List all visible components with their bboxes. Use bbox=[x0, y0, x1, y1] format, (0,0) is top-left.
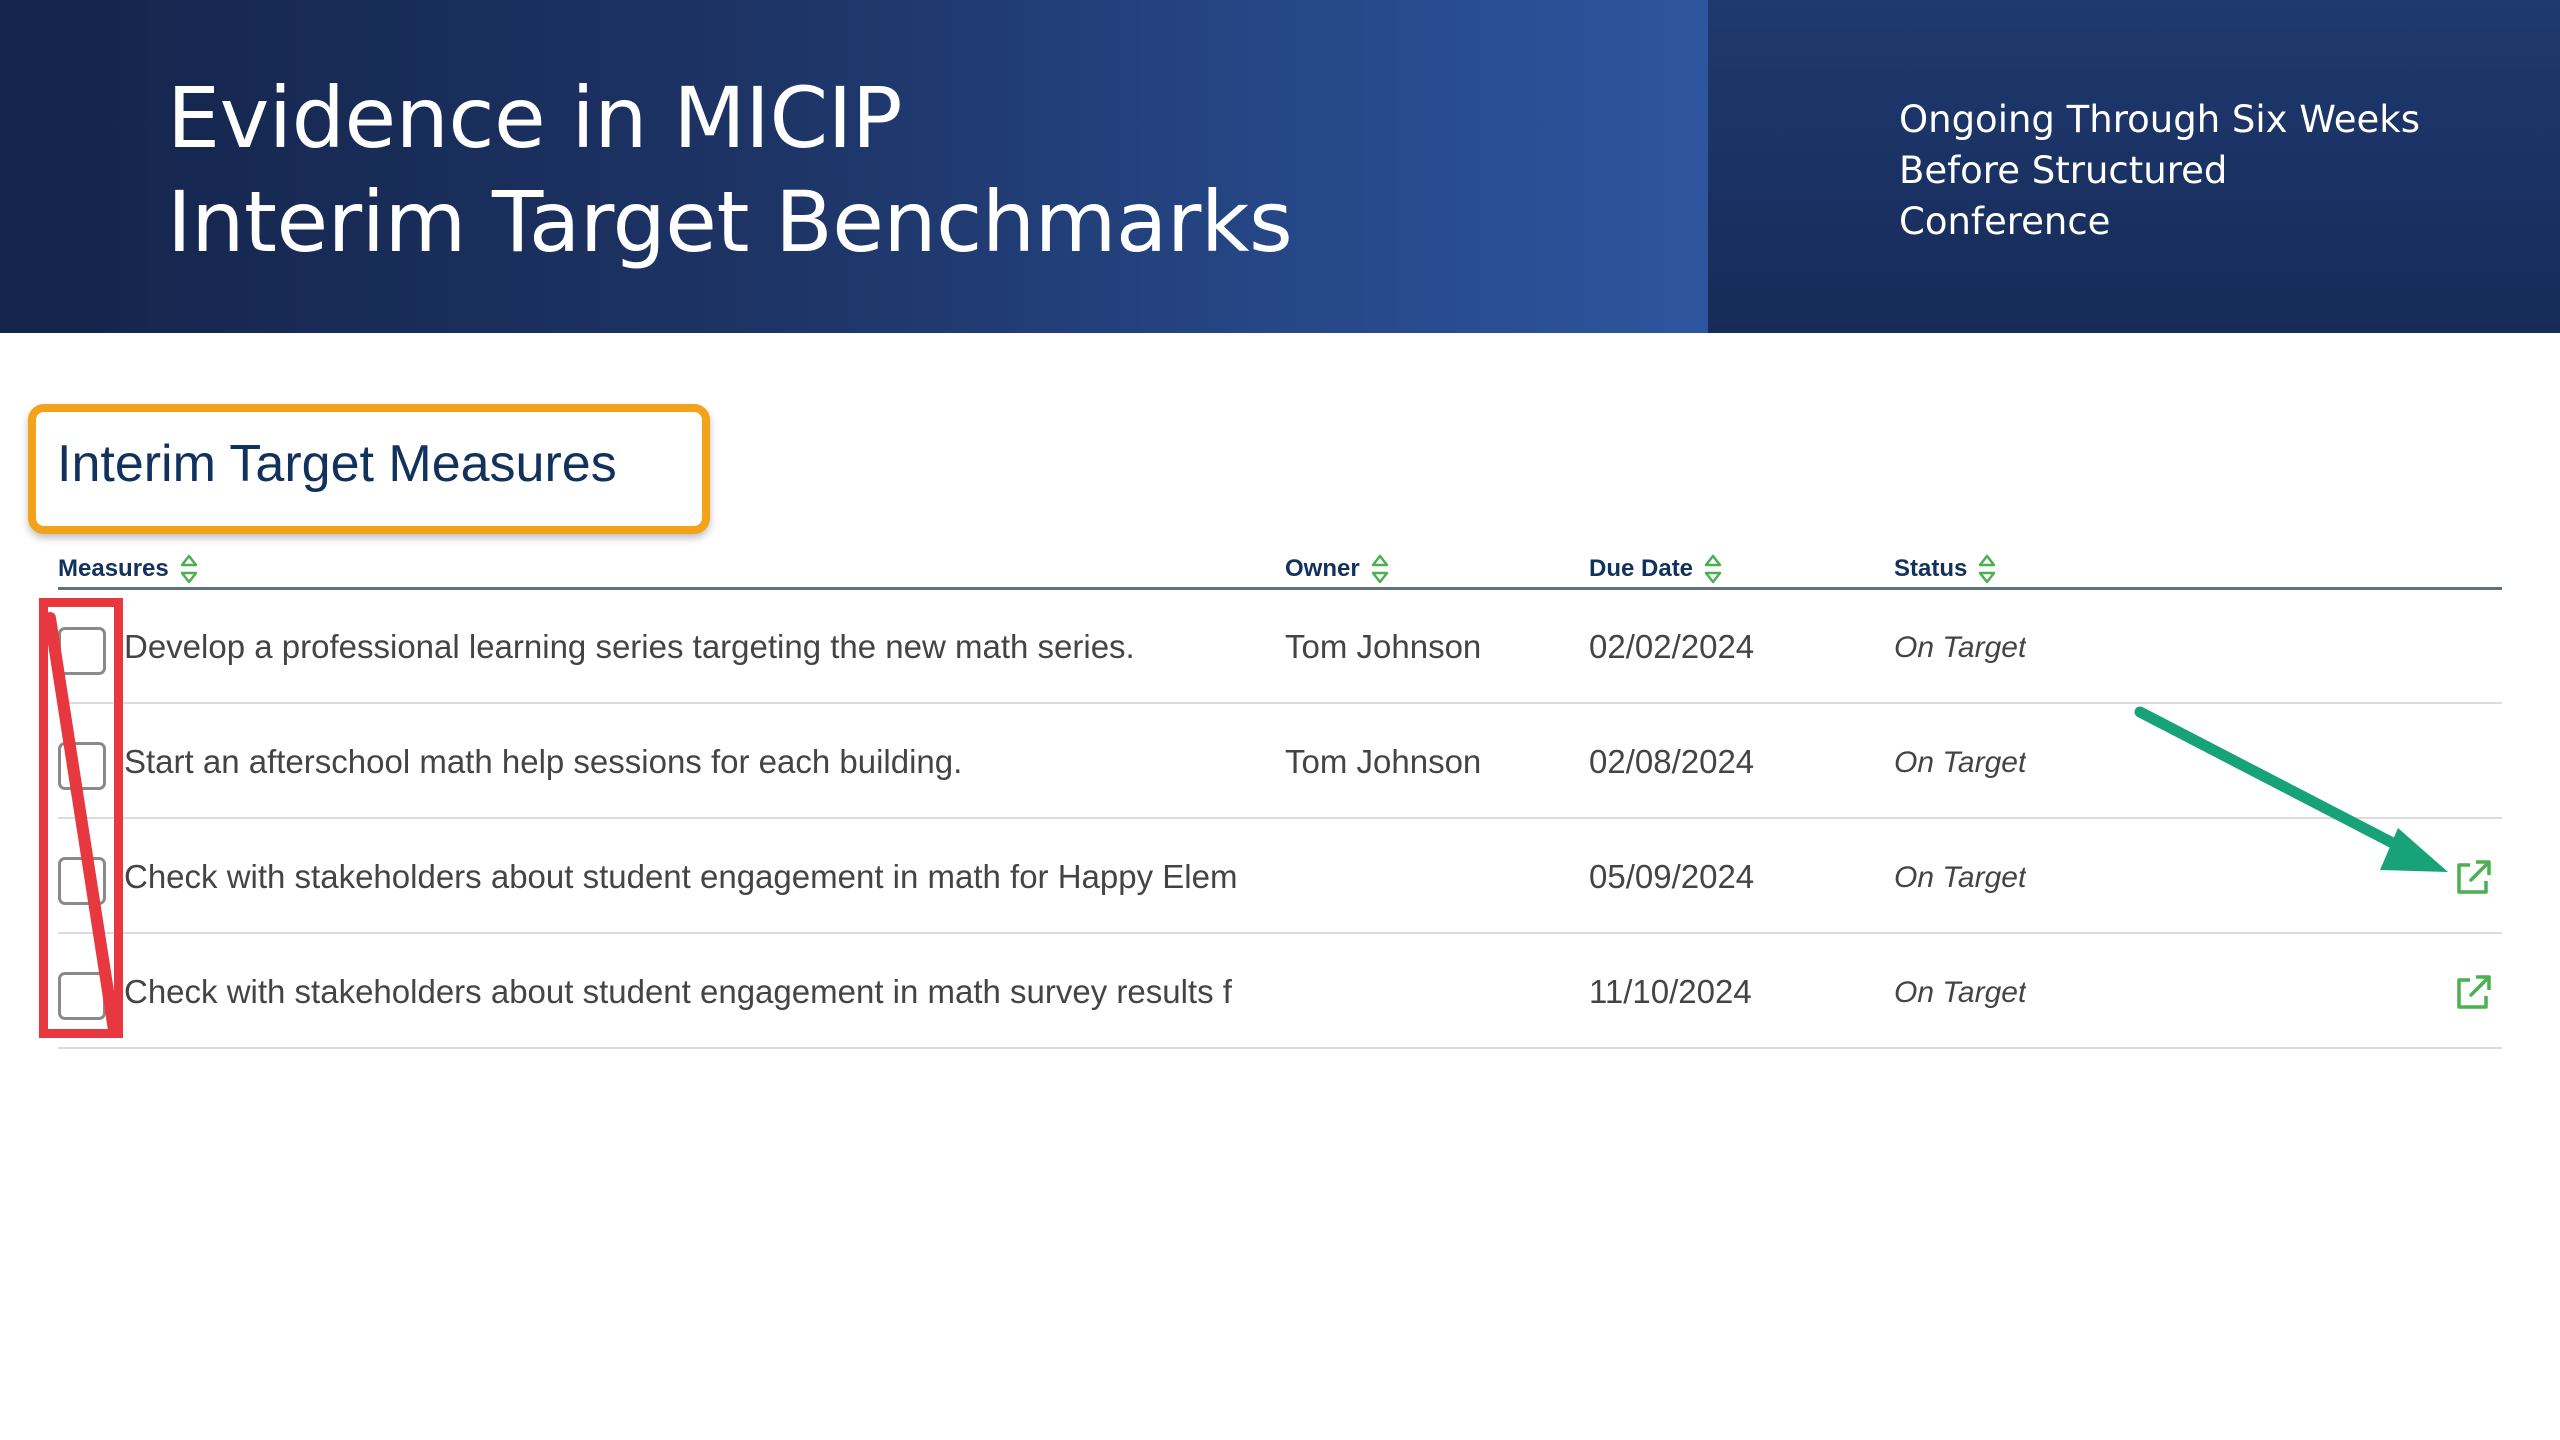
column-header-status[interactable]: Status bbox=[1894, 554, 1997, 584]
sort-icon[interactable] bbox=[1977, 554, 1997, 584]
due-date-cell: 02/08/2024 bbox=[1589, 743, 1755, 780]
owner-cell: Tom Johnson bbox=[1285, 743, 1482, 780]
checkbox-highlight-annotation bbox=[39, 598, 123, 1038]
measure-cell: Start an afterschool math help sessions … bbox=[124, 743, 963, 780]
slide-title-line-2: Interim Target Benchmarks bbox=[167, 173, 1293, 271]
table-row: Check with stakeholders about student en… bbox=[58, 819, 2502, 934]
column-header-status-label: Status bbox=[1894, 555, 1968, 582]
due-date-cell: 05/09/2024 bbox=[1589, 858, 1755, 895]
column-header-measures[interactable]: Measures bbox=[58, 554, 199, 584]
measure-cell: Check with stakeholders about student en… bbox=[124, 973, 1232, 1010]
table-header: Measures Owner Due Date Status bbox=[58, 548, 2502, 590]
table-row: Check with stakeholders about student en… bbox=[58, 934, 2502, 1049]
status-cell: On Target bbox=[1894, 746, 2027, 779]
slide-title-line-1: Evidence in MICIP bbox=[167, 69, 903, 167]
sort-icon[interactable] bbox=[1370, 554, 1390, 584]
external-link-icon[interactable] bbox=[2452, 972, 2494, 1014]
sort-icon[interactable] bbox=[179, 554, 199, 584]
due-date-cell: 02/02/2024 bbox=[1589, 628, 1755, 665]
status-cell: On Target bbox=[1894, 861, 2027, 894]
status-cell: On Target bbox=[1894, 976, 2027, 1009]
sort-icon[interactable] bbox=[1703, 554, 1723, 584]
status-cell: On Target bbox=[1894, 631, 2027, 664]
column-header-owner[interactable]: Owner bbox=[1285, 554, 1390, 584]
slide-title: Evidence in MICIP Interim Target Benchma… bbox=[167, 66, 1293, 274]
column-header-owner-label: Owner bbox=[1285, 555, 1360, 582]
owner-cell: Tom Johnson bbox=[1285, 628, 1482, 665]
measure-cell: Develop a professional learning series t… bbox=[124, 628, 1135, 665]
slide-subtitle-line-2: Before Structured bbox=[1899, 149, 2228, 192]
header-banner: Evidence in MICIP Interim Target Benchma… bbox=[0, 0, 2560, 333]
section-title: Interim Target Measures bbox=[57, 435, 617, 493]
column-header-due-date[interactable]: Due Date bbox=[1589, 554, 1723, 584]
column-header-due-date-label: Due Date bbox=[1589, 555, 1694, 582]
slide-subtitle: Ongoing Through Six Weeks Before Structu… bbox=[1899, 94, 2499, 247]
measure-cell: Check with stakeholders about student en… bbox=[124, 858, 1238, 895]
table-row: Start an afterschool math help sessions … bbox=[58, 704, 2502, 819]
due-date-cell: 11/10/2024 bbox=[1589, 973, 1752, 1010]
external-link-icon[interactable] bbox=[2452, 857, 2494, 899]
table-row: Develop a professional learning series t… bbox=[58, 589, 2502, 704]
slide-subtitle-line-3: Conference bbox=[1899, 200, 2111, 243]
column-header-measures-label: Measures bbox=[58, 555, 169, 582]
slide-subtitle-line-1: Ongoing Through Six Weeks bbox=[1899, 98, 2420, 141]
